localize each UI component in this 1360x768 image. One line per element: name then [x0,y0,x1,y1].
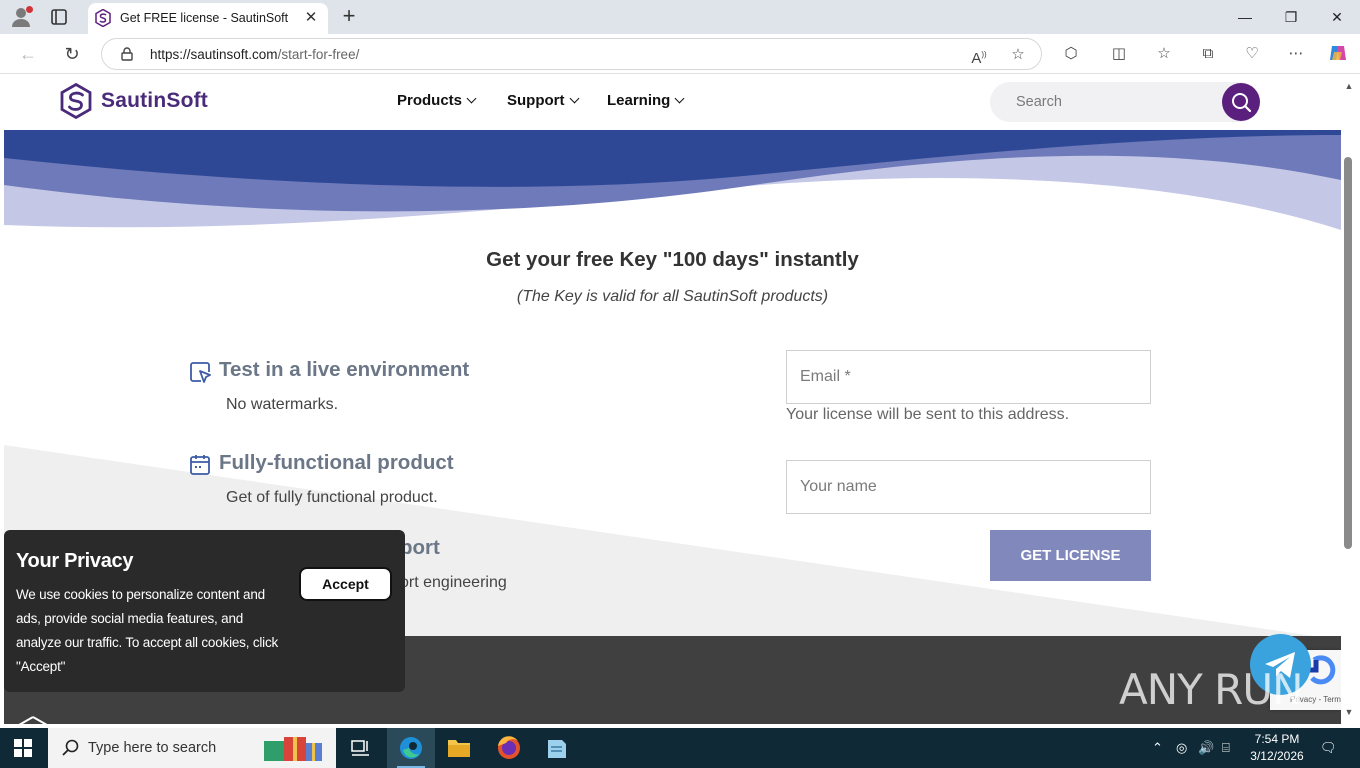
nav-support-label: Support [507,92,565,109]
name-field [786,460,1151,514]
sautinsoft-logo-icon [60,83,92,119]
taskbar-search[interactable]: Type here to search [48,728,336,768]
clock-time: 7:54 PM [1254,732,1300,746]
notifications-icon[interactable]: 🗨 [1320,740,1337,756]
feature-text: ort engineering [400,574,507,591]
nav-support[interactable]: Support [507,92,579,109]
footer-logo-icon [18,716,48,724]
back-icon[interactable]: ← [15,42,41,66]
network-icon[interactable]: ⌸ [1222,740,1230,756]
site-search [990,82,1260,122]
close-window-icon[interactable]: ✕ [1322,6,1352,28]
feature-text: No watermarks. [226,396,339,413]
restore-icon[interactable]: ❐ [1276,6,1306,28]
email-field [786,350,1151,404]
page-viewport: SautinSoft Products Support Learning Get… [4,75,1341,724]
cursor-square-icon [190,362,211,383]
gifts-icon [264,737,322,761]
volume-icon[interactable]: 🔊 [1198,740,1214,756]
firefox-icon[interactable] [485,728,533,768]
meet-now-icon[interactable]: ◎ [1176,740,1187,756]
more-menu-icon[interactable]: ⋯ [1285,43,1307,65]
email-input[interactable] [787,351,1150,403]
taskbar-search-placeholder: Type here to search [88,740,217,756]
task-view-icon[interactable] [337,728,385,768]
nav-learning[interactable]: Learning [607,92,685,109]
collections-icon[interactable]: ⧉ [1197,43,1219,65]
scroll-thumb[interactable] [1344,157,1352,549]
url-text[interactable]: https://sautinsoft.com/start-for-free/ [150,47,359,62]
chevron-down-icon [674,93,685,104]
logo-text: SautinSoft [101,89,208,112]
search-input[interactable] [990,82,1220,122]
page-subtitle: (The Key is valid for all SautinSoft pro… [516,288,829,305]
address-bar[interactable]: https://sautinsoft.com/start-for-free/ A… [101,38,1042,70]
refresh-icon[interactable]: ↻ [59,42,85,66]
lock-icon[interactable] [120,47,134,61]
nav-products[interactable]: Products [397,92,477,109]
privacy-title: Your Privacy [16,550,134,572]
copilot-icon[interactable] [1327,43,1349,65]
browser-toolbar: ← ↻ https://sautinsoft.com/start-for-fre… [0,34,1360,74]
feature-heading: Test in a live environment [219,358,470,381]
hero-wave-banner [4,130,1341,230]
extensions-icon[interactable]: ⬡ [1060,43,1082,65]
scroll-down-icon[interactable]: ▼ [1343,707,1355,717]
tab-actions-icon[interactable] [50,8,68,26]
scroll-up-icon[interactable]: ▲ [1343,81,1355,91]
edge-taskbar-icon[interactable] [387,728,435,768]
calendar-icon [190,455,210,475]
anyrun-watermark: ANY RUN [1119,655,1319,724]
feature-heading: port [400,536,440,559]
favorite-star-icon[interactable]: ☆ [1007,44,1029,66]
site-header: SautinSoft Products Support Learning [4,75,1341,130]
nav-products-label: Products [397,92,463,109]
split-screen-icon[interactable]: ◫ [1108,43,1130,65]
page-title: Get your free Key "100 days" instantly [486,248,859,271]
sautinsoft-favicon-icon [94,8,112,28]
name-input[interactable] [787,461,1150,513]
taskbar-clock[interactable]: 7:54 PM 3/12/2026 [1246,731,1308,765]
page-scrollbar[interactable]: ▲ ▼ [1341,75,1360,724]
active-tab[interactable]: Get FREE license - SautinSoft ✕ [88,3,328,34]
feature-text: Get of fully functional product. [226,489,438,506]
accept-cookies-button[interactable]: Accept [299,567,392,601]
browser-essentials-icon[interactable]: ♡ [1241,43,1263,65]
favorites-icon[interactable]: ☆ [1153,43,1175,65]
search-icon [62,739,79,756]
url-host: https://sautinsoft.com [150,47,278,62]
close-tab-icon[interactable]: ✕ [304,10,318,26]
windows-taskbar: Type here to search ⌃ ◎ 🔊 ⌸ 7:54 PM 3/12… [0,728,1360,768]
browser-tab-strip: Get FREE license - SautinSoft ✕ + — ❐ ✕ [0,0,1360,34]
feature-heading: Fully-functional product [219,451,454,474]
new-tab-icon[interactable]: + [338,5,360,28]
profile-icon[interactable] [10,6,34,28]
chevron-down-icon [569,93,579,104]
notepad-icon[interactable] [533,728,581,768]
email-hint: Your license will be sent to this addres… [786,406,1070,423]
watermark-text: ANY RUN [1119,665,1303,714]
clock-date: 3/12/2026 [1250,749,1304,763]
get-license-button[interactable]: GET LICENSE [990,530,1151,581]
privacy-text: We use cookies to personalize content an… [16,587,279,674]
windows-start-icon[interactable] [14,739,32,757]
privacy-banner: Your Privacy We use cookies to personali… [4,530,405,692]
search-icon [1232,93,1252,113]
read-aloud-icon[interactable]: A)) [968,44,990,67]
url-path: /start-for-free/ [277,47,360,62]
file-explorer-icon[interactable] [435,728,483,768]
tab-title: Get FREE license - SautinSoft [120,11,289,25]
nav-learning-label: Learning [607,92,671,109]
minimize-icon[interactable]: — [1230,6,1260,28]
chevron-up-icon[interactable]: ⌃ [1152,740,1163,756]
search-button[interactable] [1222,83,1260,121]
chevron-down-icon [466,93,477,104]
